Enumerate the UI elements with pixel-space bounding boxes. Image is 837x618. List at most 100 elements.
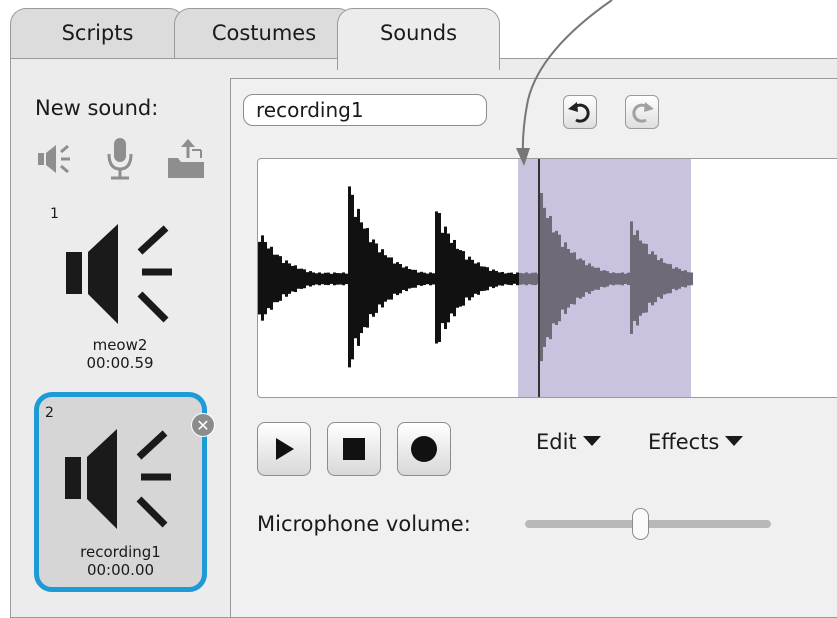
waveform-bar — [663, 262, 666, 295]
waveform-bar — [318, 272, 321, 286]
waveform-bar — [582, 260, 585, 297]
waveform-bar — [417, 272, 420, 286]
waveform-bar — [270, 246, 273, 310]
waveform-bar — [345, 273, 348, 285]
waveform — [258, 159, 693, 397]
waveform-bar — [513, 273, 516, 284]
waveform-bar — [360, 222, 363, 334]
waveform-bar — [546, 218, 549, 338]
waveform-bar — [501, 271, 504, 286]
microphone-icon[interactable] — [102, 136, 138, 182]
sound-name-input[interactable] — [243, 94, 487, 126]
waveform-bar — [576, 259, 579, 298]
waveform-view[interactable] — [257, 158, 837, 398]
waveform-bar — [450, 242, 453, 314]
waveform-bar — [492, 269, 495, 289]
waveform-bar — [603, 270, 606, 288]
waveform-bar — [333, 272, 336, 286]
waveform-bar — [321, 273, 324, 285]
sound-name: recording1 — [80, 543, 161, 561]
tab-costumes-label: Costumes — [211, 21, 317, 45]
waveform-bar — [411, 269, 414, 288]
waveform-bar — [429, 272, 432, 286]
waveform-bar — [426, 273, 429, 285]
effects-menu[interactable]: Effects — [648, 430, 744, 454]
waveform-bar — [480, 266, 483, 292]
delete-sound-button[interactable]: ✕ — [191, 413, 215, 437]
waveform-bar — [504, 273, 507, 285]
waveform-bar — [627, 272, 630, 286]
waveform-bar — [687, 272, 690, 286]
record-button[interactable] — [397, 422, 451, 476]
waveform-bar — [633, 234, 636, 322]
play-icon — [276, 438, 294, 460]
sound-item-recording1[interactable]: 2 recording1 00:00.00 — [34, 392, 207, 592]
waveform-bar — [261, 235, 264, 321]
speaker-icon — [66, 224, 172, 324]
undo-button[interactable] — [563, 95, 597, 129]
waveform-bar — [285, 260, 288, 297]
tab-sounds[interactable]: Sounds — [337, 8, 500, 70]
waveform-bar — [309, 271, 312, 287]
sound-name: meow2 — [92, 336, 148, 354]
waveform-bar — [645, 243, 648, 313]
waveform-bar — [468, 256, 471, 301]
waveform-bar — [471, 259, 474, 298]
waveform-bar — [615, 273, 618, 285]
upload-folder-icon[interactable] — [164, 136, 208, 182]
waveform-bar — [273, 254, 276, 303]
record-icon — [411, 436, 437, 462]
waveform-bar — [651, 251, 654, 306]
waveform-bar — [567, 249, 570, 308]
waveform-bar — [387, 257, 390, 300]
waveform-bar — [522, 273, 525, 285]
edit-menu[interactable]: Edit — [536, 430, 601, 454]
edit-menu-label: Edit — [536, 430, 577, 454]
microphone-volume-label: Microphone volume: — [257, 512, 471, 536]
waveform-bar — [438, 213, 441, 342]
waveform-bar — [675, 267, 678, 291]
tab-scripts-label: Scripts — [61, 21, 134, 45]
waveform-bar — [444, 226, 447, 330]
chevron-down-icon — [725, 436, 744, 446]
play-button[interactable] — [257, 422, 311, 476]
waveform-bar — [408, 268, 411, 289]
waveform-bar — [375, 243, 378, 313]
waveform-bar — [378, 252, 381, 305]
waveform-bar — [477, 262, 480, 295]
waveform-bar — [498, 272, 501, 286]
waveform-bar — [552, 232, 555, 324]
speaker-icon — [65, 429, 171, 529]
waveform-bar — [282, 263, 285, 295]
new-sound-label: New sound: — [35, 96, 159, 120]
waveform-bar — [291, 265, 294, 292]
undo-icon — [568, 102, 590, 123]
waveform-bar — [276, 254, 279, 303]
waveform-bar — [555, 230, 558, 325]
waveform-bar — [594, 267, 597, 290]
waveform-bar — [585, 265, 588, 293]
waveform-bar — [405, 266, 408, 292]
waveform-bar — [366, 228, 369, 328]
waveform-bar — [618, 273, 621, 285]
redo-button[interactable] — [625, 95, 659, 129]
waveform-bar — [354, 216, 357, 339]
waveform-bar — [336, 273, 339, 285]
tab-sounds-label: Sounds — [379, 21, 458, 45]
waveform-bar — [399, 264, 402, 294]
waveform-bar — [474, 263, 477, 294]
waveform-bar — [324, 272, 327, 285]
waveform-bar — [507, 272, 510, 285]
waveform-bar — [264, 242, 267, 315]
waveform-bar — [672, 268, 675, 289]
waveform-bar — [549, 215, 552, 340]
stop-button[interactable] — [327, 422, 381, 476]
sound-number: 1 — [50, 206, 59, 222]
waveform-bar — [402, 267, 405, 290]
waveform-bar — [435, 211, 438, 344]
waveform-bar — [624, 273, 627, 284]
waveform-bar — [459, 250, 462, 307]
microphone-volume-handle[interactable] — [632, 508, 650, 540]
sound-item-meow2[interactable]: 1 meow2 00:00.59 — [38, 198, 202, 380]
speaker-library-icon[interactable] — [34, 138, 76, 180]
